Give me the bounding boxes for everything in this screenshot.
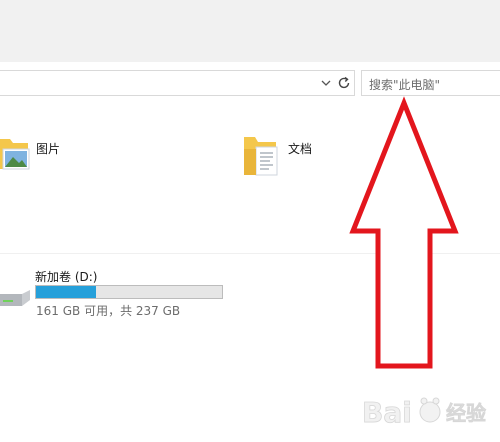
- up-arrow-annotation: [349, 96, 459, 369]
- drive-label[interactable]: 新加卷 (D:): [35, 268, 97, 285]
- section-divider: [0, 253, 500, 254]
- drive-usage-text: 161 GB 可用，共 237 GB: [36, 304, 181, 318]
- drive-usage-fill: [36, 286, 96, 298]
- drive-usage-bar: [35, 285, 223, 299]
- chevron-down-icon[interactable]: [320, 77, 332, 89]
- svg-text:经验: 经验: [446, 401, 486, 425]
- search-placeholder: 搜索"此电脑": [369, 78, 441, 92]
- address-bar[interactable]: [0, 70, 355, 96]
- folder-label-pictures: 图片: [36, 142, 61, 156]
- svg-text:Bai: Bai: [362, 396, 412, 429]
- pictures-folder-icon[interactable]: [0, 135, 30, 173]
- watermark-logo: Bai 经验: [362, 396, 487, 430]
- ribbon-area: [0, 0, 500, 62]
- folder-label-documents: 文档: [288, 142, 313, 156]
- hard-drive-icon[interactable]: [0, 286, 30, 312]
- documents-folder-icon[interactable]: [242, 133, 282, 177]
- search-input[interactable]: 搜索"此电脑": [361, 70, 500, 96]
- refresh-icon[interactable]: [336, 75, 352, 91]
